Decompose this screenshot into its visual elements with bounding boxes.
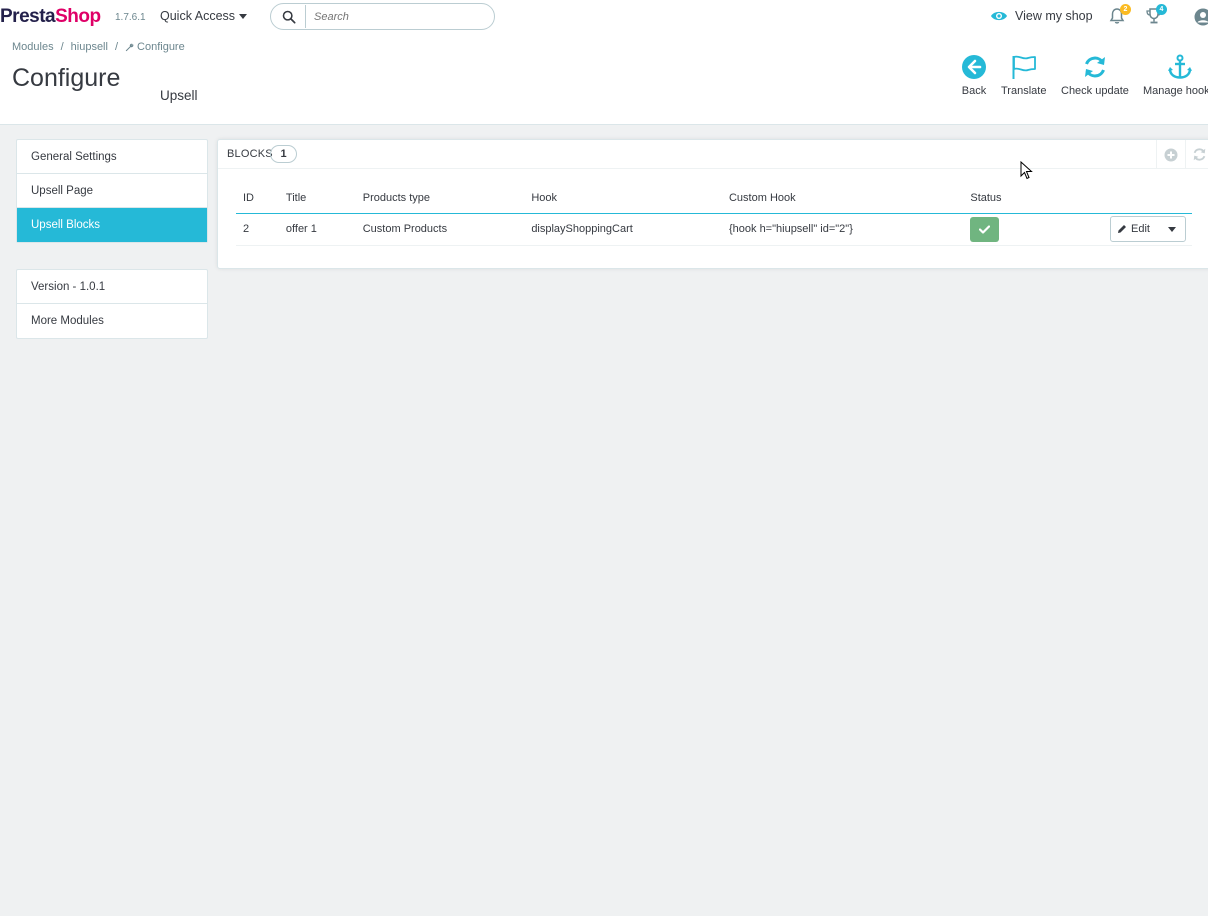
flag-icon [1012, 55, 1036, 79]
anchor-icon [1168, 54, 1192, 79]
edit-dropdown-toggle[interactable] [1159, 217, 1185, 241]
back-label: Back [961, 85, 987, 97]
check-update-label: Check update [1061, 85, 1129, 97]
mouse-cursor-icon [1020, 161, 1033, 180]
cell-id: 2 [236, 213, 279, 246]
edit-button-group: Edit [1110, 216, 1186, 242]
breadcrumb-item-modules[interactable]: Modules [12, 41, 54, 53]
breadcrumb-item-hiupsell[interactable]: hiupsell [71, 41, 108, 53]
sidebar-info: Version - 1.0.1 More Modules [16, 269, 208, 339]
panel-title: Blocks [227, 148, 273, 160]
logo-text-presta: Presta [0, 6, 56, 27]
panel-actions [1156, 140, 1208, 169]
check-update-button[interactable]: Check update [1061, 54, 1129, 97]
sidebar: General Settings Upsell Page Upsell Bloc… [16, 139, 208, 339]
back-button[interactable]: Back [961, 54, 987, 97]
search-icon[interactable] [282, 10, 296, 24]
logo-text-shop: Shop [55, 6, 101, 27]
blocks-count-badge: 1 [270, 145, 297, 163]
caret-down-icon [239, 13, 248, 19]
prestashop-logo[interactable]: PrestaShop [0, 6, 101, 28]
translate-button[interactable]: Translate [1001, 54, 1046, 97]
cell-actions: Edit [1103, 213, 1192, 246]
page-header: Modules / hiupsell / Configure Configure… [0, 34, 1208, 125]
cell-hook: displayShoppingCart [524, 213, 722, 246]
user-account-icon[interactable] [1194, 8, 1208, 26]
refresh-icon [1084, 56, 1105, 78]
translate-label: Translate [1001, 85, 1047, 97]
column-header-products-type[interactable]: Products type [355, 184, 525, 214]
breadcrumb-separator: / [60, 41, 64, 53]
manage-hooks-label: Manage hooks [1143, 85, 1208, 97]
notifications-button[interactable]: 2 [1109, 4, 1131, 27]
sidebar-item-more-modules[interactable]: More Modules [17, 304, 207, 338]
refresh-icon [1193, 148, 1206, 161]
cell-custom-hook: {hook h="hiupsell" id="2"} [721, 213, 964, 246]
column-header-title[interactable]: Title [278, 184, 356, 214]
blocks-panel: Blocks 1 ID [217, 139, 1208, 269]
table-header-row: ID Title Products type Hook Custom Hook … [236, 184, 1192, 214]
breadcrumb-item-configure: Configure [125, 41, 185, 53]
search-input[interactable] [305, 5, 486, 28]
plus-circle-icon [1164, 148, 1178, 161]
status-toggle-button[interactable] [970, 216, 1000, 242]
column-header-id[interactable]: ID [236, 184, 279, 214]
sidebar-item-general-settings[interactable]: General Settings [17, 140, 207, 174]
column-header-status[interactable]: Status [963, 184, 1104, 214]
quick-access-label: Quick Access [160, 9, 236, 23]
edit-label: Edit [1131, 223, 1150, 235]
refresh-list-button[interactable] [1185, 140, 1208, 169]
manage-hooks-button[interactable]: Manage hooks [1143, 54, 1208, 97]
wrench-icon [125, 43, 134, 51]
arrow-circle-left-icon [962, 55, 986, 79]
view-my-shop-label: View my shop [1015, 9, 1093, 23]
module-name: Upsell [160, 88, 198, 103]
breadcrumb-separator: / [114, 41, 119, 53]
search-box [270, 3, 495, 30]
pencil-icon [1118, 225, 1127, 233]
top-bar: PrestaShop 1.7.6.1 Quick Access View my … [0, 0, 1208, 34]
table-row: 2 offer 1 Custom Products displayShoppin… [236, 213, 1192, 246]
sidebar-item-upsell-page[interactable]: Upsell Page [17, 174, 207, 208]
notifications-badge: 2 [1120, 4, 1131, 15]
version-label: 1.7.6.1 [115, 12, 146, 23]
add-block-button[interactable] [1157, 140, 1185, 169]
check-icon [979, 224, 991, 234]
sidebar-menu: General Settings Upsell Page Upsell Bloc… [16, 139, 208, 243]
column-header-hook[interactable]: Hook [524, 184, 722, 214]
breadcrumb-label-configure: Configure [137, 41, 185, 53]
breadcrumb: Modules / hiupsell / Configure [12, 41, 185, 53]
sidebar-item-upsell-blocks[interactable]: Upsell Blocks [17, 208, 207, 242]
caret-down-icon [1168, 226, 1176, 232]
eye-icon [991, 11, 1007, 21]
trophy-button[interactable]: 4 [1145, 4, 1167, 27]
column-header-actions [1103, 184, 1192, 214]
page-title: Configure [12, 64, 121, 92]
view-my-shop-link[interactable]: View my shop [990, 9, 1093, 23]
edit-button[interactable]: Edit [1111, 217, 1159, 241]
panel-heading: Blocks 1 [218, 140, 1208, 169]
trophy-badge: 4 [1156, 4, 1167, 15]
cell-title: offer 1 [278, 213, 356, 246]
blocks-table: ID Title Products type Hook Custom Hook … [236, 184, 1192, 246]
cell-products-type: Custom Products [355, 213, 525, 246]
quick-access-dropdown[interactable]: Quick Access [160, 9, 248, 23]
cell-status [963, 213, 1104, 246]
sidebar-item-version[interactable]: Version - 1.0.1 [17, 270, 207, 304]
column-header-custom-hook[interactable]: Custom Hook [721, 184, 964, 214]
